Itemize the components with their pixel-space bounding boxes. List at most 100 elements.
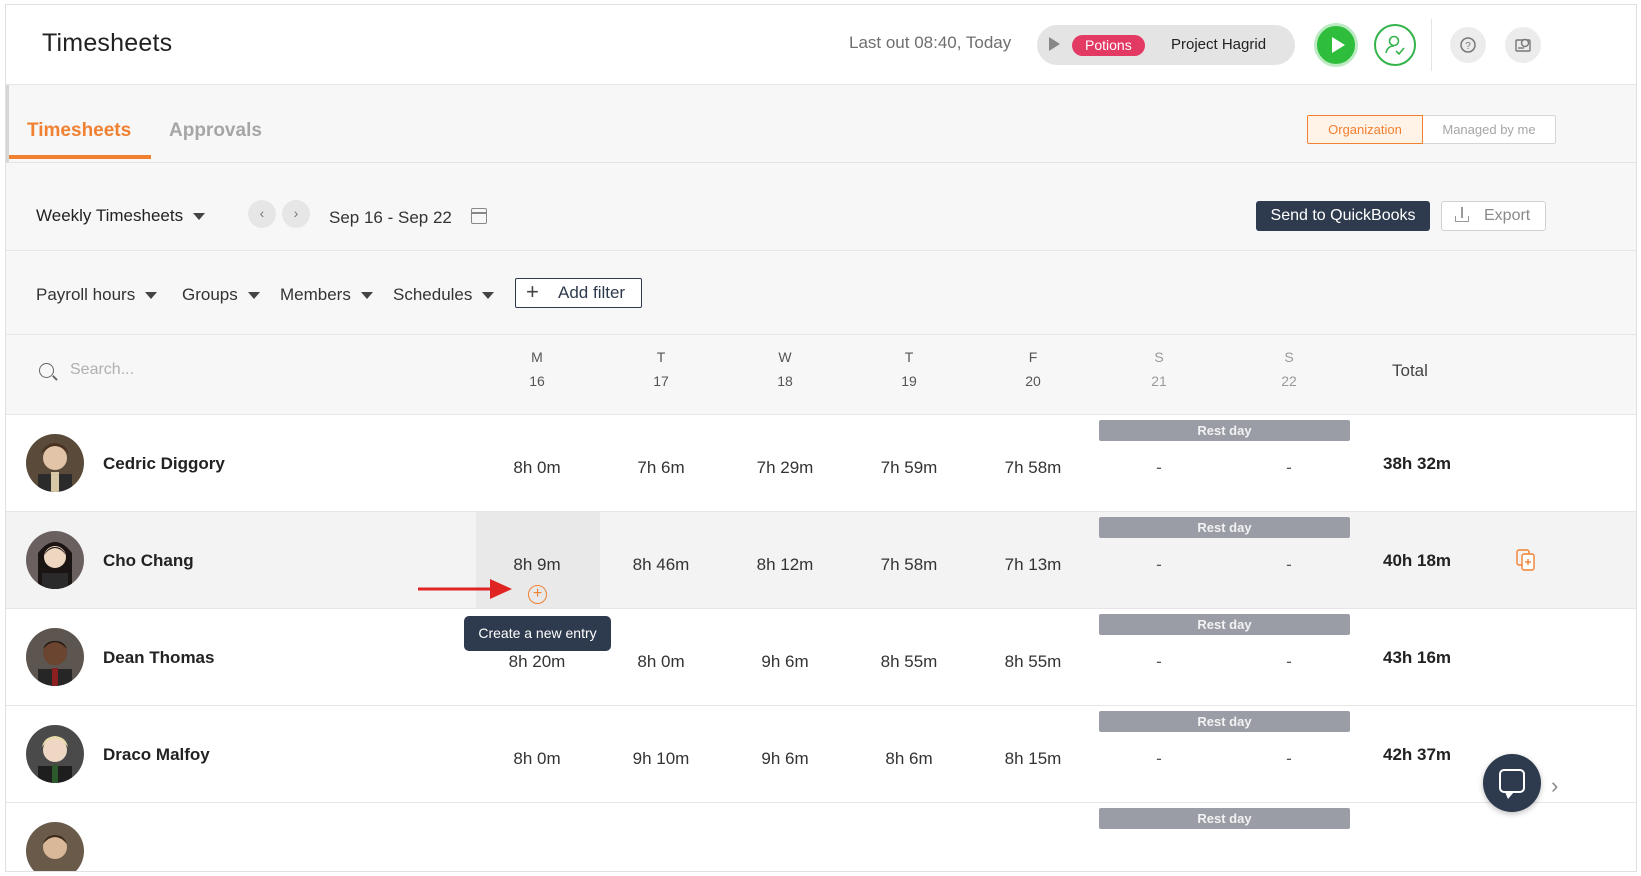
time-cell[interactable]: - xyxy=(1109,652,1209,672)
time-cell[interactable]: 7h 58m xyxy=(859,555,959,575)
create-entry-tooltip: Create a new entry xyxy=(464,616,611,651)
user-check-icon xyxy=(1385,35,1405,56)
timer-widget[interactable]: Potions Project Hagrid xyxy=(1037,25,1295,65)
time-cell[interactable]: 8h 55m xyxy=(859,652,959,672)
caret-down-icon xyxy=(482,292,495,300)
time-cell[interactable]: - xyxy=(1109,749,1209,769)
time-cell[interactable]: 8h 46m xyxy=(611,555,711,575)
filter-schedules[interactable]: Schedules xyxy=(393,285,495,305)
tabs-bar: Timesheets Approvals Organization Manage… xyxy=(6,85,1636,163)
scope-managed-by-me-button[interactable]: Managed by me xyxy=(1423,115,1556,144)
time-cell[interactable]: 9h 6m xyxy=(735,652,835,672)
time-cell[interactable]: 7h 59m xyxy=(859,458,959,478)
copy-icon[interactable] xyxy=(1516,549,1536,571)
total-header: Total xyxy=(1392,361,1428,380)
member-name[interactable]: Cedric Diggory xyxy=(103,454,225,474)
filter-groups[interactable]: Groups xyxy=(182,285,260,305)
time-cell[interactable]: 8h 0m xyxy=(611,652,711,672)
tab-timesheets[interactable]: Timesheets xyxy=(27,120,131,142)
add-entry-icon[interactable]: + xyxy=(528,585,547,604)
time-cell[interactable]: 8h 12m xyxy=(735,555,835,575)
rest-day-badge: Rest day xyxy=(1099,517,1350,538)
day-letter: T xyxy=(904,349,914,365)
time-cell[interactable]: 7h 58m xyxy=(983,458,1083,478)
time-cell[interactable]: - xyxy=(1109,458,1209,478)
view-type-dropdown[interactable]: Weekly Timesheets xyxy=(36,206,206,226)
last-out-status: Last out 08:40, Today xyxy=(849,33,1012,52)
export-button[interactable]: Export xyxy=(1441,201,1546,231)
row-total: 43h 16m xyxy=(1383,648,1452,667)
table-row[interactable]: Rest day xyxy=(6,803,1636,871)
date-range-label[interactable]: Sep 16 - Sep 22 xyxy=(329,208,452,228)
svg-text:?: ? xyxy=(1465,41,1471,52)
filter-payroll-hours[interactable]: Payroll hours xyxy=(36,285,158,305)
row-total: 42h 37m xyxy=(1383,745,1452,764)
filter-members[interactable]: Members xyxy=(280,285,373,305)
scope-organization-button[interactable]: Organization xyxy=(1307,115,1423,144)
chat-launcher-button[interactable] xyxy=(1483,754,1541,812)
time-cell[interactable]: - xyxy=(1239,458,1339,478)
member-name[interactable]: Draco Malfoy xyxy=(103,745,210,765)
tab-approvals[interactable]: Approvals xyxy=(169,120,262,142)
day-date: 16 xyxy=(529,373,545,389)
user-check-button[interactable] xyxy=(1374,24,1416,66)
add-filter-button[interactable]: + Add filter xyxy=(515,278,642,308)
table-row[interactable]: Cedric Diggory 8h 0m 7h 6m 7h 29m 7h 59m… xyxy=(6,415,1636,512)
time-cell[interactable]: 7h 6m xyxy=(611,458,711,478)
member-search-input[interactable] xyxy=(70,361,220,379)
table-header: M 16 T 17 W 18 T 19 F 20 S 21 S 22 Total xyxy=(6,335,1636,415)
activity-tag[interactable]: Potions xyxy=(1072,35,1145,56)
download-tray-icon xyxy=(1455,216,1469,222)
time-cell[interactable]: 8h 0m xyxy=(487,458,587,478)
day-date: 17 xyxy=(653,373,669,389)
rest-day-badge: Rest day xyxy=(1099,711,1350,732)
time-cell[interactable]: 8h 55m xyxy=(983,652,1083,672)
previous-week-button[interactable]: ‹ xyxy=(248,200,276,228)
day-letter: M xyxy=(531,349,543,365)
time-cell[interactable]: 8h 0m xyxy=(487,749,587,769)
app-window: Timesheets Last out 08:40, Today Potions… xyxy=(5,4,1637,872)
time-cell[interactable]: - xyxy=(1239,749,1339,769)
settings-button[interactable] xyxy=(1505,27,1541,63)
time-cell[interactable]: - xyxy=(1109,555,1209,575)
time-cell[interactable]: 8h 9m xyxy=(487,555,587,575)
view-type-label: Weekly Timesheets xyxy=(36,206,184,225)
chevron-right-icon[interactable]: › xyxy=(1551,773,1558,799)
help-button[interactable]: ? xyxy=(1450,27,1486,63)
start-timer-button[interactable] xyxy=(1314,23,1358,67)
time-cell[interactable]: 8h 20m xyxy=(487,652,587,672)
day-date: 18 xyxy=(777,373,793,389)
table-row[interactable]: Dean Thomas 8h 20m 8h 0m 9h 6m 8h 55m 8h… xyxy=(6,609,1636,706)
row-total: 40h 18m xyxy=(1383,551,1452,570)
table-row[interactable]: Draco Malfoy 8h 0m 9h 10m 9h 6m 8h 6m 8h… xyxy=(6,706,1636,803)
table-row[interactable]: Cho Chang 8h 9m + 8h 46m 8h 12m 7h 58m 7… xyxy=(6,512,1636,609)
help-icon: ? xyxy=(1460,37,1476,53)
time-cell[interactable]: 9h 6m xyxy=(735,749,835,769)
rest-day-badge: Rest day xyxy=(1099,808,1350,829)
play-icon[interactable] xyxy=(1049,37,1060,51)
send-to-quickbooks-button[interactable]: Send to QuickBooks xyxy=(1256,201,1430,231)
time-cell[interactable]: 7h 13m xyxy=(983,555,1083,575)
avatar xyxy=(26,725,84,783)
time-cell[interactable]: 8h 6m xyxy=(859,749,959,769)
day-header-fri: F 20 xyxy=(1003,345,1063,393)
plus-icon: + xyxy=(526,279,539,304)
project-name[interactable]: Project Hagrid xyxy=(1171,36,1266,53)
member-name[interactable]: Cho Chang xyxy=(103,551,194,571)
search-icon xyxy=(39,363,54,378)
rest-day-badge: Rest day xyxy=(1099,614,1350,635)
time-cell[interactable]: 7h 29m xyxy=(735,458,835,478)
day-header-wed: W 18 xyxy=(755,345,815,393)
annotation-arrow-icon xyxy=(418,579,512,599)
active-tab-indicator xyxy=(9,155,151,159)
member-name[interactable]: Dean Thomas xyxy=(103,648,214,668)
calendar-icon[interactable] xyxy=(471,208,487,224)
time-cell[interactable]: 8h 15m xyxy=(983,749,1083,769)
chat-bubble-icon xyxy=(1499,769,1525,799)
time-cell[interactable]: - xyxy=(1239,555,1339,575)
time-cell[interactable]: 9h 10m xyxy=(611,749,711,769)
filter-label: Groups xyxy=(182,285,238,304)
next-week-button[interactable]: › xyxy=(282,200,310,228)
day-date: 21 xyxy=(1151,373,1167,389)
time-cell[interactable]: - xyxy=(1239,652,1339,672)
